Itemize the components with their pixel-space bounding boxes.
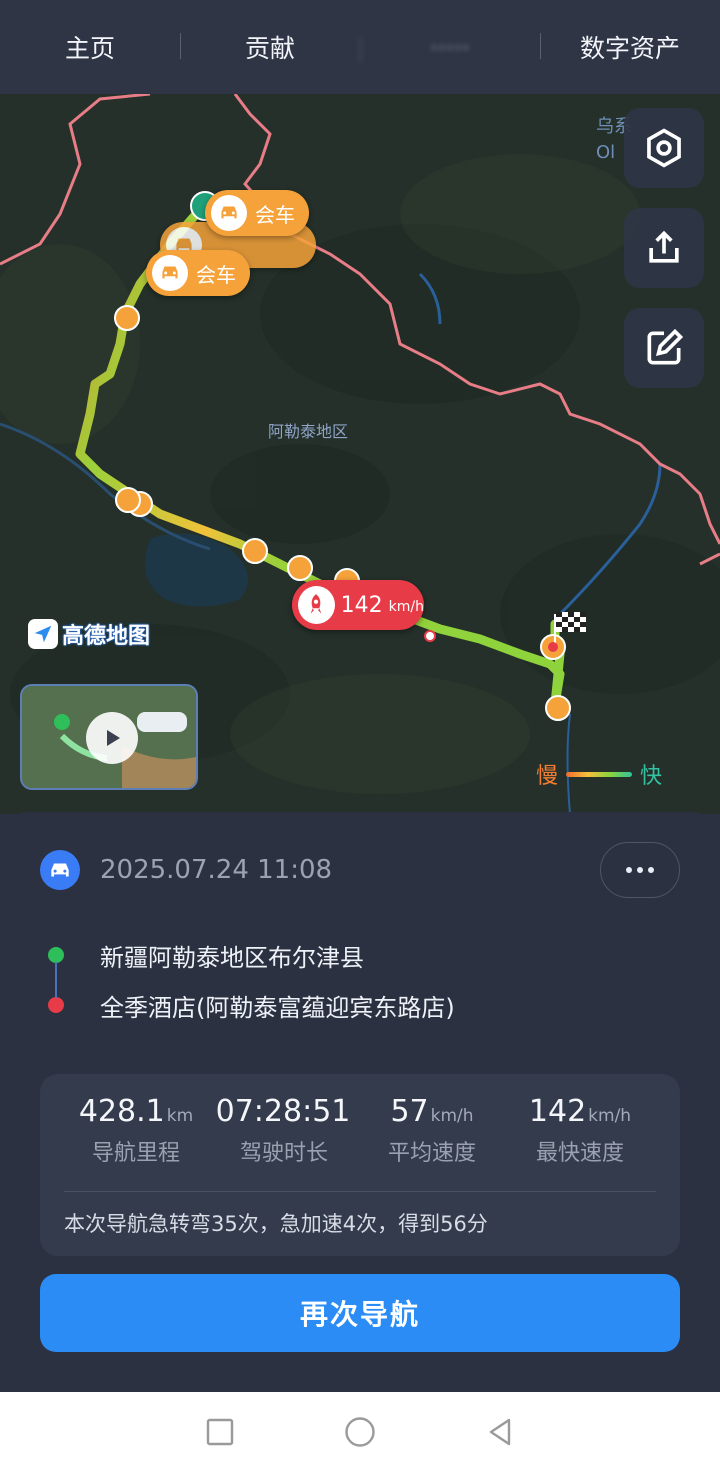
stat-value: 57 xyxy=(390,1094,429,1129)
tab-blurred[interactable]: ····· xyxy=(360,33,540,63)
system-nav-bar xyxy=(0,1392,720,1472)
navigation-arrow-icon xyxy=(28,619,58,649)
stat-duration: 07:28:51 驾驶时长 xyxy=(210,1094,358,1167)
stat-grid: 428.1 km 导航里程 07:28:51 驾驶时长 57 km/h 平均速度 1… xyxy=(40,1094,680,1167)
event-label: 会车 xyxy=(255,202,295,227)
driving-summary: 本次导航急转弯35次，急加速4次，得到56分 xyxy=(64,1212,488,1236)
legend-slow: 慢 xyxy=(536,764,559,789)
stat-label: 驾驶时长 xyxy=(239,1141,328,1166)
tab-contribution[interactable]: 贡献 xyxy=(180,29,360,65)
back-icon[interactable] xyxy=(482,1414,518,1450)
tab-digital-assets[interactable]: 数字资产 xyxy=(540,29,720,65)
share-button[interactable] xyxy=(624,208,704,288)
legend-fast: 快 xyxy=(640,764,663,789)
trip-stats-panel: 428.1 km 导航里程 07:28:51 驾驶时长 57 km/h 平均速度 1… xyxy=(40,1074,680,1256)
more-options-button[interactable] xyxy=(600,842,680,898)
play-icon[interactable] xyxy=(86,712,138,764)
route-map[interactable]: 阿勒泰地区 乌系 Ol 会车 会车 142 km/h 高德地图 慢 快 xyxy=(0,94,720,814)
stat-label: 最快速度 xyxy=(535,1141,624,1166)
amap-logo-text: 高德地图 xyxy=(62,624,151,649)
route-destination: 全季酒店(阿勒泰富蕴迎宾东路店) xyxy=(48,980,455,1030)
stat-label: 导航里程 xyxy=(91,1141,180,1166)
stat-max-speed: 142 km/h 最快速度 xyxy=(506,1094,654,1167)
origin-label: 新疆阿勒泰地区布尔津县 xyxy=(100,943,364,972)
more-dot-icon xyxy=(637,867,643,873)
stat-value: 428.1 xyxy=(78,1094,165,1129)
trip-video-thumbnail[interactable] xyxy=(20,684,198,790)
more-dot-icon xyxy=(626,867,632,873)
more-dot-icon xyxy=(648,867,654,873)
stat-distance: 428.1 km 导航里程 xyxy=(62,1094,210,1167)
max-speed-value: 142 xyxy=(340,592,383,618)
edit-button[interactable] xyxy=(624,308,704,388)
event-bubble-meeting-1[interactable]: 会车 xyxy=(205,190,309,236)
max-speed-unit: km/h xyxy=(388,599,424,615)
route-origin: 新疆阿勒泰地区布尔津县 xyxy=(48,930,455,980)
stat-value: 142 xyxy=(528,1094,587,1129)
origin-dot-icon xyxy=(48,947,64,963)
speed-legend: 慢 快 xyxy=(536,758,662,790)
share-icon xyxy=(649,230,679,263)
car-icon xyxy=(152,255,188,291)
settings-button[interactable] xyxy=(624,108,704,188)
home-icon[interactable] xyxy=(342,1414,378,1450)
amap-logo: 高德地图 xyxy=(28,618,150,650)
stat-unit: km xyxy=(166,1106,194,1126)
trip-datetime: 2025.07.24 11:08 xyxy=(100,855,333,885)
car-icon xyxy=(211,195,247,231)
recent-apps-icon[interactable] xyxy=(202,1414,238,1450)
event-bubble-meeting-2[interactable]: 会车 xyxy=(146,250,250,296)
route-connector xyxy=(55,962,57,998)
event-label: 会车 xyxy=(196,262,236,287)
stat-value: 07:28:51 xyxy=(215,1094,351,1129)
stats-divider xyxy=(64,1191,656,1192)
stat-unit: km/h xyxy=(430,1106,474,1126)
destination-label: 全季酒店(阿勒泰富蕴迎宾东路店) xyxy=(100,993,455,1022)
hexagon-settings-icon xyxy=(647,128,681,168)
stat-unit: km/h xyxy=(588,1106,632,1126)
legend-gradient-bar xyxy=(566,771,633,777)
tab-home[interactable]: 主页 xyxy=(0,29,180,65)
top-tab-bar: 主页 贡献 ····· 数字资产 xyxy=(0,0,720,94)
trip-detail-card: 2025.07.24 11:08 新疆阿勒泰地区布尔津县 全季酒店(阿勒泰富蕴迎… xyxy=(0,812,720,1392)
route-endpoints: 新疆阿勒泰地区布尔津县 全季酒店(阿勒泰富蕴迎宾东路店) xyxy=(48,930,455,1030)
max-speed-bubble[interactable]: 142 km/h xyxy=(292,580,424,630)
stat-avg-speed: 57 km/h 平均速度 xyxy=(358,1094,506,1167)
car-icon xyxy=(40,850,80,890)
destination-dot-icon xyxy=(48,997,64,1013)
rocket-icon xyxy=(298,586,335,624)
edit-icon xyxy=(647,328,684,365)
stat-label: 平均速度 xyxy=(387,1141,476,1166)
trip-header: 2025.07.24 11:08 xyxy=(40,850,332,890)
renavigate-button[interactable]: 再次导航 xyxy=(40,1274,680,1352)
region-label: 阿勒泰地区 xyxy=(268,422,349,441)
